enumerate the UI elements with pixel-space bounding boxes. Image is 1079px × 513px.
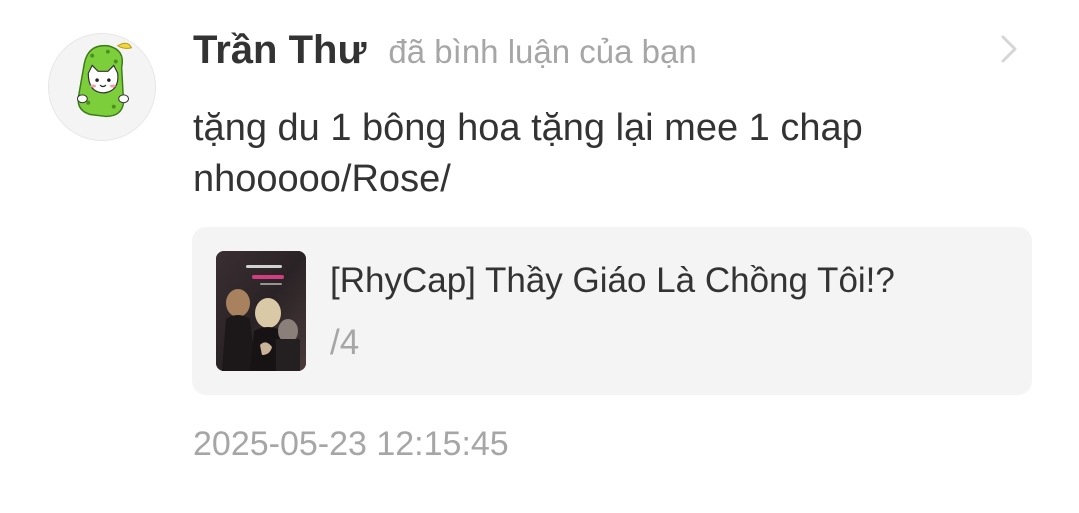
cucumber-cat-avatar-icon <box>49 34 155 140</box>
comic-card[interactable]: [RhyCap] Thầy Giáo Là Chồng Tôi!? /4 <box>192 227 1032 395</box>
notification-header: Trần Thư đã bình luận của bạn <box>193 28 697 78</box>
comic-thumbnail <box>216 251 306 371</box>
comic-chapter: /4 <box>330 323 360 362</box>
action-text: đã bình luận của bạn <box>388 33 697 70</box>
chevron-right-icon[interactable] <box>996 33 1022 65</box>
timestamp: 2025-05-23 12:15:45 <box>193 425 509 463</box>
comment-notification[interactable]: Trần Thư đã bình luận của bạn tặng du 1 … <box>0 0 1079 513</box>
comic-title: [RhyCap] Thầy Giáo Là Chồng Tôi!? <box>330 261 895 300</box>
user-name[interactable]: Trần Thư <box>193 28 366 73</box>
user-avatar[interactable] <box>48 33 156 141</box>
comment-text: tặng du 1 bông hoa tặng lại mee 1 chap n… <box>193 107 863 200</box>
